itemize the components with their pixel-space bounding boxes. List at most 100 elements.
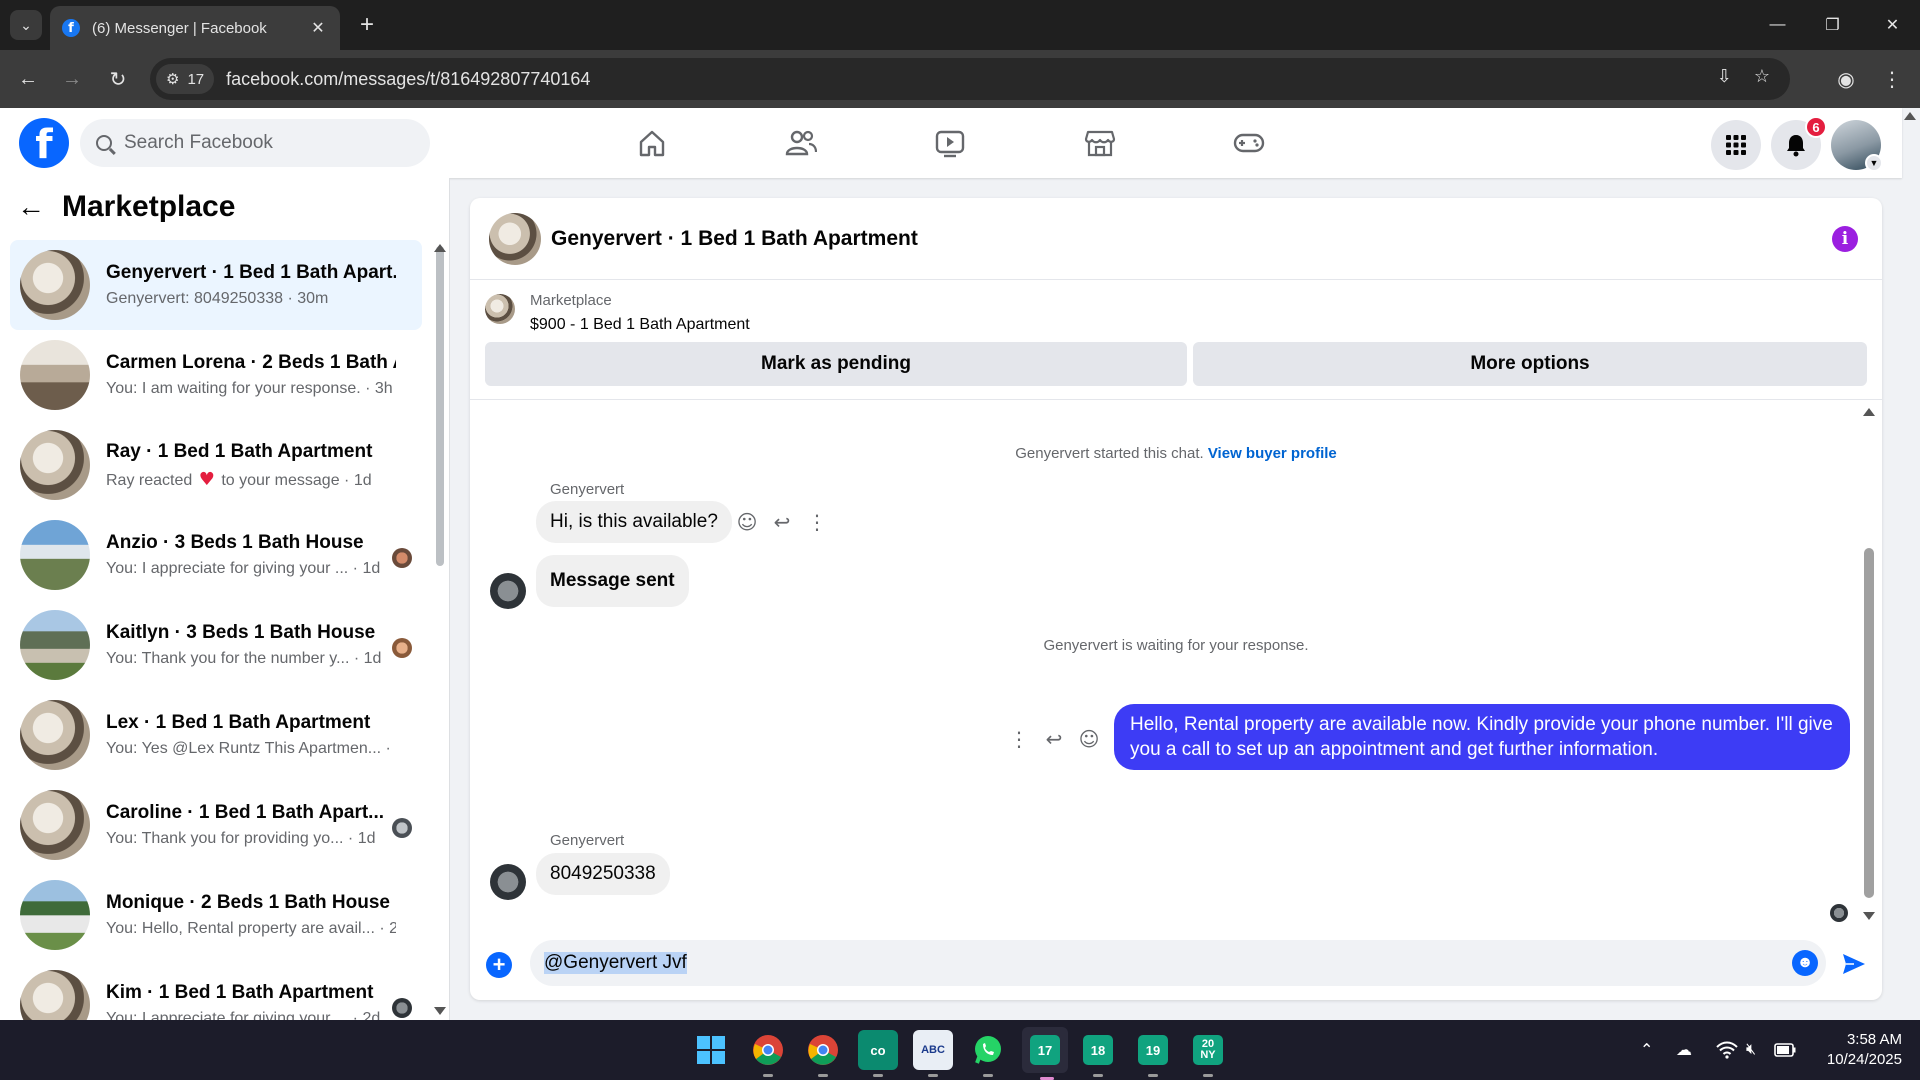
facebook-logo-icon[interactable]: f bbox=[19, 118, 69, 168]
tab-search-button[interactable]: ⌄ bbox=[10, 10, 42, 40]
chat-title[interactable]: Genyervert · 1 Bed 1 Bath Apartment bbox=[551, 227, 918, 251]
home-icon[interactable] bbox=[632, 123, 672, 163]
view-buyer-profile-link[interactable]: View buyer profile bbox=[1208, 445, 1337, 462]
system-clock[interactable]: 3:58 AM 10/24/2025 bbox=[1812, 1030, 1902, 1070]
system-message: Genyervert is waiting for your response. bbox=[1043, 637, 1309, 654]
mark-as-pending-button[interactable]: Mark as pending bbox=[485, 342, 1187, 386]
incoming-message[interactable]: Message sent bbox=[536, 555, 689, 607]
friends-icon[interactable] bbox=[781, 123, 821, 163]
whatsapp-icon[interactable] bbox=[968, 1030, 1008, 1077]
back-button[interactable]: ← bbox=[12, 63, 44, 95]
reload-button[interactable]: ↻ bbox=[102, 63, 134, 95]
emoji-icon[interactable]: ☺ bbox=[734, 509, 760, 535]
forward-button[interactable]: → bbox=[56, 63, 88, 95]
back-arrow-icon[interactable]: ← bbox=[16, 191, 46, 222]
seen-avatar bbox=[392, 998, 412, 1018]
bookmark-star-icon[interactable]: ☆ bbox=[1754, 66, 1770, 87]
conversation-item[interactable]: Genyervert · 1 Bed 1 Bath Apart... Genye… bbox=[10, 240, 422, 330]
abc-app-icon[interactable]: ABC bbox=[913, 1030, 953, 1077]
chat-scroll-up-arrow[interactable] bbox=[1863, 408, 1875, 416]
conversation-item[interactable]: Kaitlyn · 3 Beds 1 Bath House You: Thank… bbox=[10, 600, 422, 690]
restore-button[interactable]: ❐ bbox=[1805, 0, 1860, 50]
wifi-icon[interactable] bbox=[1716, 1020, 1738, 1080]
more-options-button[interactable]: More options bbox=[1193, 342, 1867, 386]
calendar-app-20[interactable]: 20 NY bbox=[1188, 1030, 1228, 1077]
sidebar-scrollbar[interactable] bbox=[436, 246, 444, 566]
emoji-icon[interactable]: ☻ bbox=[1792, 950, 1818, 976]
conversation-item[interactable]: Kim · 1 Bed 1 Bath Apartment You: I appr… bbox=[10, 960, 422, 1020]
search-input[interactable]: Search Facebook bbox=[80, 119, 430, 167]
show-hidden-icons[interactable]: ⌃ bbox=[1640, 1020, 1653, 1080]
info-icon[interactable]: i bbox=[1832, 226, 1858, 252]
listing-label: Marketplace bbox=[530, 292, 612, 309]
more-icon[interactable]: ⋮ bbox=[1006, 726, 1032, 752]
conversation-item[interactable]: Carmen Lorena · 2 Beds 1 Bath A... You: … bbox=[10, 330, 422, 420]
preview-text: Ray reacted bbox=[106, 471, 193, 489]
conversation-preview: You: Thank you for the number y... · 1d bbox=[106, 650, 382, 667]
listing-price[interactable]: $900 - 1 Bed 1 Bath Apartment bbox=[530, 316, 750, 334]
conversation-preview: Ray reacted ♥ to your message · 1d bbox=[106, 469, 396, 490]
incoming-message[interactable]: Hi, is this available? bbox=[536, 501, 732, 543]
sender-name: Genyervert bbox=[550, 481, 625, 498]
more-icon[interactable]: ⋮ bbox=[804, 509, 830, 535]
chrome-icon[interactable] bbox=[748, 1030, 788, 1077]
browser-menu-icon[interactable]: ⋮ bbox=[1876, 63, 1908, 95]
menu-grid-icon[interactable] bbox=[1711, 120, 1761, 170]
address-bar[interactable]: ⚙ 17 facebook.com/messages/t/81649280774… bbox=[150, 58, 1790, 100]
notification-badge: 6 bbox=[1805, 116, 1827, 138]
plus-icon[interactable]: + bbox=[486, 952, 512, 978]
incoming-message[interactable]: 8049250338 bbox=[536, 853, 670, 895]
facebook-favicon-icon: f bbox=[62, 19, 80, 37]
listing-banner: Marketplace $900 - 1 Bed 1 Bath Apartmen… bbox=[470, 280, 1882, 400]
chat-scroll-down-arrow[interactable] bbox=[1863, 912, 1875, 920]
sidebar-scroll-down-arrow[interactable] bbox=[434, 1007, 446, 1015]
chat-avatar[interactable] bbox=[489, 212, 541, 265]
minimize-button[interactable]: — bbox=[1750, 0, 1805, 50]
conversation-item[interactable]: Anzio · 3 Beds 1 Bath House You: I appre… bbox=[10, 510, 422, 600]
marketplace-icon[interactable] bbox=[1080, 123, 1120, 163]
app-co-icon[interactable]: co bbox=[858, 1030, 898, 1077]
close-tab-icon[interactable]: ✕ bbox=[308, 18, 328, 38]
reply-icon[interactable]: ↩ bbox=[1041, 726, 1067, 752]
clock-time: 3:58 AM bbox=[1846, 1031, 1902, 1048]
send-icon[interactable] bbox=[1840, 950, 1868, 978]
chevron-down-icon: ▼ bbox=[1865, 154, 1883, 172]
volume-muted-icon[interactable]: 🔇︎ bbox=[1746, 1020, 1756, 1080]
reply-icon[interactable]: ↩ bbox=[769, 509, 795, 535]
browser-tab-active[interactable]: f (6) Messenger | Facebook ✕ bbox=[50, 6, 340, 50]
calendar-app-18[interactable]: 18 bbox=[1078, 1030, 1118, 1077]
notifications-button[interactable]: 6 bbox=[1771, 116, 1827, 170]
onedrive-icon[interactable]: ☁ bbox=[1676, 1020, 1692, 1080]
conversation-item[interactable]: Lex · 1 Bed 1 Bath Apartment You: Yes @L… bbox=[10, 690, 422, 780]
system-started-text: Genyervert started this chat. bbox=[1015, 445, 1204, 462]
sender-avatar[interactable] bbox=[490, 573, 526, 609]
close-window-button[interactable]: ✕ bbox=[1865, 0, 1920, 50]
url-text: facebook.com/messages/t/816492807740164 bbox=[226, 68, 591, 89]
conversation-item[interactable]: Caroline · 1 Bed 1 Bath Apart... You: Th… bbox=[10, 780, 422, 870]
gaming-icon[interactable] bbox=[1229, 123, 1269, 163]
conversation-item[interactable]: Ray · 1 Bed 1 Bath Apartment Ray reacted… bbox=[10, 420, 422, 510]
battery-icon[interactable] bbox=[1774, 1020, 1796, 1080]
chrome-profile-icon[interactable] bbox=[803, 1030, 843, 1077]
calendar-app-19[interactable]: 19 bbox=[1133, 1030, 1173, 1077]
profile-icon[interactable]: ◉ bbox=[1830, 63, 1862, 95]
windows-start-icon[interactable] bbox=[691, 1030, 731, 1070]
site-info-chip[interactable]: ⚙ 17 bbox=[156, 64, 215, 94]
page-scroll-up-arrow[interactable] bbox=[1904, 112, 1916, 120]
calendar-app-17[interactable]: 17 bbox=[1022, 1027, 1068, 1080]
outgoing-message[interactable]: Hello, Rental property are available now… bbox=[1114, 704, 1850, 770]
sender-avatar[interactable] bbox=[490, 864, 526, 900]
listing-thumbnail bbox=[20, 610, 90, 680]
account-avatar[interactable]: ▼ bbox=[1831, 120, 1883, 172]
watch-icon[interactable] bbox=[930, 123, 970, 163]
chat-scrollbar[interactable] bbox=[1864, 548, 1874, 898]
new-tab-button[interactable]: + bbox=[352, 10, 382, 40]
windows-taskbar: co ABC 17 18 19 20 NY ⌃ ☁ 🔇︎ 3:58 AM 10/… bbox=[0, 1020, 1920, 1080]
install-app-icon[interactable]: ⇩ bbox=[1717, 66, 1732, 87]
message-input[interactable]: @Genyervert Jvf bbox=[530, 940, 1826, 986]
seen-avatar bbox=[392, 818, 412, 838]
conversation-item[interactable]: Monique · 2 Beds 1 Bath House You: Hello… bbox=[10, 870, 422, 960]
sidebar-scroll-up-arrow[interactable] bbox=[434, 244, 446, 252]
emoji-icon[interactable]: ☺ bbox=[1076, 726, 1102, 752]
browser-toolbar: ← → ↻ ⚙ 17 facebook.com/messages/t/81649… bbox=[0, 50, 1920, 108]
